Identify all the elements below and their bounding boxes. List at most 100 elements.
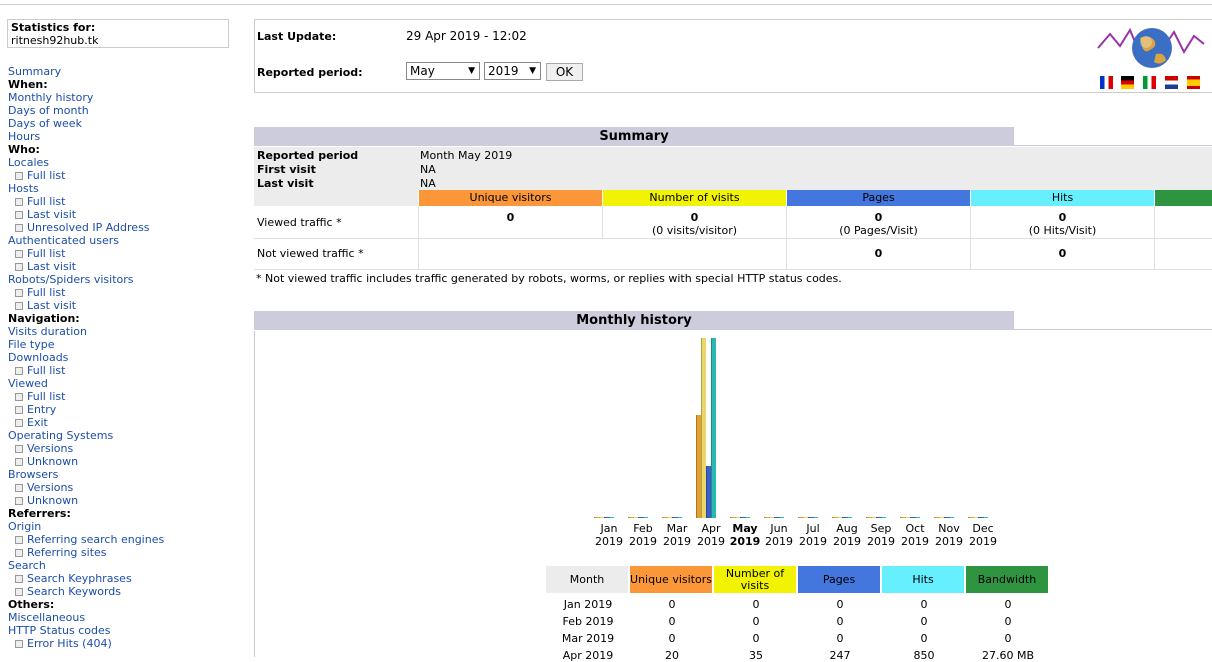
sidebar-link-text[interactable]: Last visit — [27, 260, 76, 273]
sidebar-subitem[interactable]: Full list — [8, 169, 164, 182]
sidebar-link-text[interactable]: Downloads — [8, 351, 68, 364]
french-flag-icon[interactable] — [1100, 76, 1113, 89]
sidebar-link[interactable]: Authenticated users — [8, 234, 164, 247]
sidebar-subitem[interactable]: Search Keywords — [8, 585, 164, 598]
sidebar-link-text[interactable]: Referring search engines — [27, 533, 164, 546]
sidebar-subitem[interactable]: Last visit — [8, 260, 164, 273]
sidebar-link-text[interactable]: Unresolved IP Address — [27, 221, 150, 234]
sidebar-link-text[interactable]: Versions — [27, 481, 73, 494]
sidebar-link[interactable]: Search — [8, 559, 164, 572]
sidebar-link-text[interactable]: Days of month — [8, 104, 89, 117]
sidebar-link-text[interactable]: Search — [8, 559, 46, 572]
sidebar-link-text[interactable]: Visits duration — [8, 325, 87, 338]
sidebar-link-text[interactable]: Authenticated users — [8, 234, 119, 247]
sidebar-subitem[interactable]: Referring search engines — [8, 533, 164, 546]
sidebar-subitem[interactable]: Error Hits (404) — [8, 637, 164, 650]
sidebar-link[interactable]: Robots/Spiders visitors — [8, 273, 164, 286]
sidebar-link[interactable]: Hours — [8, 130, 164, 143]
sidebar-link-text[interactable]: Browsers — [8, 468, 58, 481]
sidebar-link[interactable]: Miscellaneous — [8, 611, 164, 624]
hist-col-hits: Hits — [882, 566, 964, 593]
month-label-nov: Nov 2019 — [932, 522, 966, 548]
sidebar-link-text[interactable]: Operating Systems — [8, 429, 113, 442]
sidebar-link-text[interactable]: Full list — [27, 169, 65, 182]
sidebar-link-text[interactable]: Exit — [27, 416, 48, 429]
sidebar-link-text[interactable]: Robots/Spiders visitors — [8, 273, 134, 286]
sidebar-subitem[interactable]: Referring sites — [8, 546, 164, 559]
sidebar-link-text[interactable]: Error Hits (404) — [27, 637, 112, 650]
sidebar-link[interactable]: Days of week — [8, 117, 164, 130]
sidebar-link-text[interactable]: Summary — [8, 65, 61, 78]
sidebar-link-text[interactable]: Full list — [27, 364, 65, 377]
sidebar-link[interactable]: Hosts — [8, 182, 164, 195]
month-select[interactable]: May ▼ — [406, 62, 480, 80]
sidebar-link-text[interactable]: Hosts — [8, 182, 39, 195]
sidebar-link[interactable]: Summary — [8, 65, 164, 78]
sidebar-subitem[interactable]: Unknown — [8, 455, 164, 468]
hist-col-bandwidth: Bandwidth — [966, 566, 1048, 593]
history-value-cell: 0 — [1004, 615, 1012, 628]
sidebar-link-text[interactable]: HTTP Status codes — [8, 624, 110, 637]
spanish-flag-icon[interactable] — [1187, 76, 1200, 89]
year-select[interactable]: 2019 ▼ — [484, 62, 541, 80]
month-name: Oct — [905, 522, 925, 535]
sidebar-link[interactable]: Days of month — [8, 104, 164, 117]
sidebar-subitem[interactable]: Exit — [8, 416, 164, 429]
sidebar-link[interactable]: Operating Systems — [8, 429, 164, 442]
sidebar-link-text[interactable]: Days of week — [8, 117, 82, 130]
sidebar-link-text[interactable]: Last visit — [27, 299, 76, 312]
sidebar-link-text[interactable]: Entry — [27, 403, 56, 416]
sidebar-link-text[interactable]: Origin — [8, 520, 41, 533]
month-name: Jun — [770, 522, 788, 535]
sidebar-link-text[interactable]: Unknown — [27, 494, 78, 507]
sidebar-link-text[interactable]: Full list — [27, 247, 65, 260]
sidebar-subitem[interactable]: Full list — [8, 364, 164, 377]
sidebar-link-text[interactable]: Monthly history — [8, 91, 93, 104]
sidebar-subitem[interactable]: Versions — [8, 442, 164, 455]
sidebar-subitem[interactable]: Unknown — [8, 494, 164, 507]
sidebar-link[interactable]: Downloads — [8, 351, 164, 364]
sidebar-link[interactable]: Browsers — [8, 468, 164, 481]
sidebar-subitem[interactable]: Full list — [8, 286, 164, 299]
sidebar-subitem[interactable]: Full list — [8, 390, 164, 403]
sidebar-link-text[interactable]: Full list — [27, 195, 65, 208]
month-name: Mar — [666, 522, 688, 535]
ok-button[interactable]: OK — [546, 63, 583, 81]
sidebar-link[interactable]: HTTP Status codes — [8, 624, 164, 637]
sidebar-subitem[interactable]: Last visit — [8, 208, 164, 221]
sidebar-link-text[interactable]: Search Keyphrases — [27, 572, 132, 585]
sidebar-subitem[interactable]: Search Keyphrases — [8, 572, 164, 585]
sidebar-link[interactable]: Origin — [8, 520, 164, 533]
italian-flag-icon[interactable] — [1143, 76, 1156, 89]
sidebar-link-text[interactable]: Referring sites — [27, 546, 107, 559]
history-value-cell: 247 — [829, 649, 851, 662]
sidebar-link-text[interactable]: Unknown — [27, 455, 78, 468]
sidebar-link-text[interactable]: Search Keywords — [27, 585, 121, 598]
sidebar-subitem[interactable]: Full list — [8, 195, 164, 208]
sidebar-subitem[interactable]: Full list — [8, 247, 164, 260]
sidebar-link-text[interactable]: Hours — [8, 130, 40, 143]
sidebar-link[interactable]: Viewed — [8, 377, 164, 390]
viewed-hits-value: 0 — [1058, 211, 1067, 224]
sidebar-link-text[interactable]: Viewed — [8, 377, 48, 390]
sidebar-link-text[interactable]: Versions — [27, 442, 73, 455]
sidebar-link[interactable]: Locales — [8, 156, 164, 169]
sidebar-link[interactable]: File type — [8, 338, 164, 351]
sidebar-subitem[interactable]: Versions — [8, 481, 164, 494]
sidebar-link-text[interactable]: Full list — [27, 390, 65, 403]
sidebar-subitem[interactable]: Last visit — [8, 299, 164, 312]
history-value-cell: 0 — [836, 615, 844, 628]
sidebar-link-text[interactable]: Full list — [27, 286, 65, 299]
col-divider — [418, 206, 419, 269]
sidebar-link[interactable]: Visits duration — [8, 325, 164, 338]
sidebar-link-text[interactable]: Last visit — [27, 208, 76, 221]
summary-title: Summary — [254, 127, 1014, 146]
sidebar-link-text[interactable]: File type — [8, 338, 54, 351]
german-flag-icon[interactable] — [1121, 76, 1134, 89]
sidebar-subitem[interactable]: Entry — [8, 403, 164, 416]
sidebar-subitem[interactable]: Unresolved IP Address — [8, 221, 164, 234]
sidebar-link[interactable]: Monthly history — [8, 91, 164, 104]
sidebar-link-text[interactable]: Locales — [8, 156, 49, 169]
dutch-flag-icon[interactable] — [1165, 76, 1178, 89]
sidebar-link-text[interactable]: Miscellaneous — [8, 611, 85, 624]
